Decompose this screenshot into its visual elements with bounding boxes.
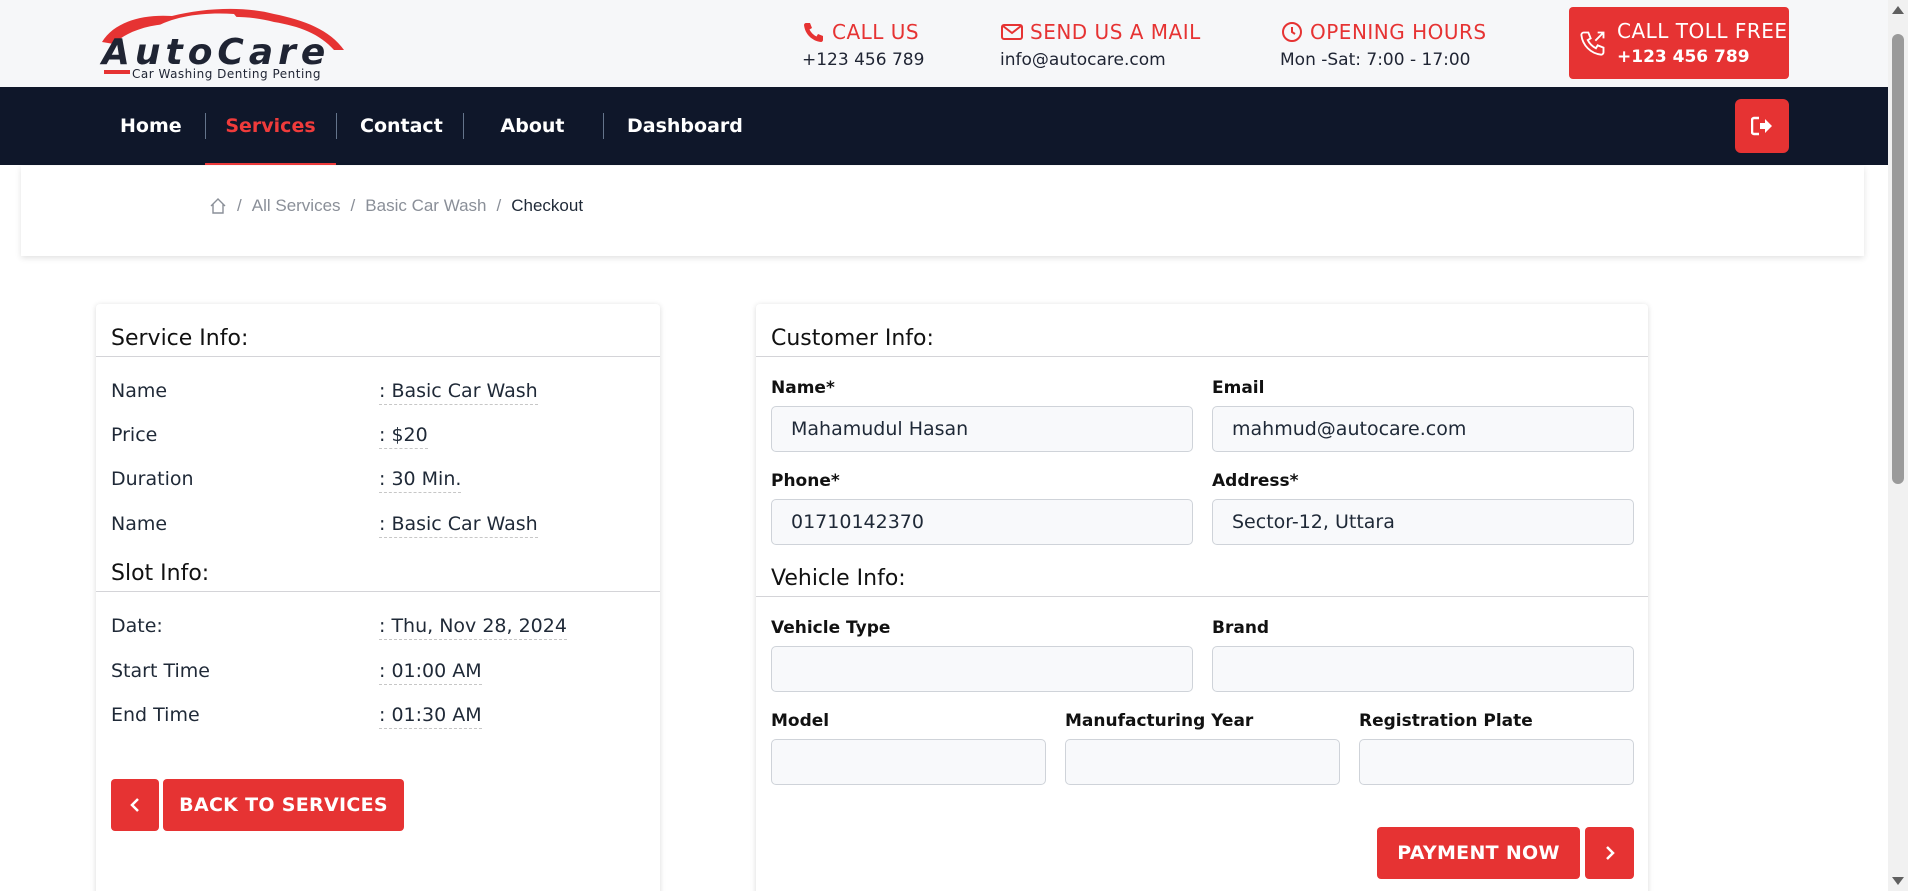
scroll-down-arrow-icon[interactable] — [1892, 877, 1904, 885]
clock-icon — [1282, 22, 1302, 42]
service-name-value: : Basic Car Wash — [379, 380, 538, 405]
nav-divider — [463, 113, 464, 139]
slot-start-value: : 01:00 AM — [379, 660, 482, 685]
vehicle-type-label: Vehicle Type — [771, 618, 891, 638]
hours-title: OPENING HOURS — [1310, 20, 1487, 44]
breadcrumb: / All Services / Basic Car Wash / Checko… — [209, 196, 583, 216]
nav-services[interactable]: Services — [205, 87, 336, 165]
top-header: AutoCare Car Washing Denting Penting CAL… — [0, 0, 1888, 87]
payment-now-button[interactable]: PAYMENT NOW — [1377, 827, 1580, 879]
service-info-card: Service Info: Name : Basic Car Wash Pric… — [96, 304, 660, 891]
breadcrumb-basic-car-wash[interactable]: Basic Car Wash — [365, 196, 486, 216]
address-label: Address* — [1212, 471, 1299, 491]
divider — [96, 591, 660, 592]
logout-icon — [1751, 116, 1772, 136]
slot-info-heading: Slot Info: — [111, 561, 210, 586]
mail-title: SEND US A MAIL — [1030, 20, 1201, 44]
email-label: Email — [1212, 378, 1265, 398]
model-input[interactable] — [771, 739, 1046, 785]
name-label: Name* — [771, 378, 835, 398]
email-input[interactable] — [1212, 406, 1634, 452]
phone-label: Phone* — [771, 471, 840, 491]
vehicle-info-heading: Vehicle Info: — [771, 566, 906, 591]
nav-contact[interactable]: Contact — [360, 87, 443, 165]
breadcrumb-current: Checkout — [511, 196, 584, 215]
service-price-value: : $20 — [379, 424, 428, 449]
chevron-left-icon — [130, 798, 139, 812]
toll-free-title: CALL TOLL FREE — [1617, 19, 1788, 43]
phone-icon — [804, 23, 823, 42]
service-price-label: Price — [111, 424, 158, 446]
contact-hours: OPENING HOURS Mon -Sat: 7:00 - 17:00 — [1280, 20, 1487, 70]
nav-dashboard[interactable]: Dashboard — [627, 87, 743, 165]
registration-plate-input[interactable] — [1359, 739, 1634, 785]
slot-end-label: End Time — [111, 704, 200, 726]
logout-button[interactable] — [1735, 99, 1789, 153]
contact-call-us: CALL US +123 456 789 — [802, 20, 924, 70]
scroll-up-arrow-icon[interactable] — [1892, 6, 1904, 14]
service-duration-label: Duration — [111, 468, 194, 490]
call-us-title: CALL US — [832, 20, 920, 44]
call-us-value: +123 456 789 — [802, 50, 925, 70]
slot-end-value: : 01:30 AM — [379, 704, 482, 729]
brand-input[interactable] — [1212, 646, 1634, 692]
breadcrumb-all-services[interactable]: All Services — [252, 196, 341, 216]
slot-date-label: Date: — [111, 615, 163, 637]
customer-info-heading: Customer Info: — [771, 326, 934, 351]
slot-date-value: : Thu, Nov 28, 2024 — [379, 615, 567, 640]
service-name-value-2: : Basic Car Wash — [379, 513, 538, 538]
address-input[interactable] — [1212, 499, 1634, 545]
page-scrollbar[interactable] — [1888, 0, 1908, 891]
service-info-heading: Service Info: — [111, 326, 249, 351]
customer-info-card: Customer Info: Name* Email Phone* Addres… — [756, 304, 1648, 891]
phone-outgoing-icon — [1580, 31, 1605, 56]
nav-divider — [603, 113, 604, 139]
logo-swoosh-icon — [104, 70, 130, 74]
breadcrumb-container: / All Services / Basic Car Wash / Checko… — [21, 166, 1864, 256]
main-nav: Home Services Contact About Us Dashboard — [0, 87, 1888, 215]
contact-mail: SEND US A MAIL info@autocare.com — [1000, 20, 1201, 70]
back-to-services-button[interactable]: BACK TO SERVICES — [163, 779, 404, 831]
name-input[interactable] — [771, 406, 1193, 452]
scroll-thumb[interactable] — [1892, 34, 1904, 484]
hours-value: Mon -Sat: 7:00 - 17:00 — [1280, 50, 1471, 70]
service-name-label-2: Name — [111, 513, 168, 535]
breadcrumb-separator: / — [350, 196, 356, 215]
divider — [756, 596, 1648, 597]
divider — [756, 356, 1648, 357]
home-icon[interactable] — [209, 197, 227, 215]
phone-input[interactable] — [771, 499, 1193, 545]
nav-about-us[interactable]: About Us — [486, 87, 579, 215]
manufacturing-year-label: Manufacturing Year — [1065, 711, 1254, 731]
chevron-right-icon — [1605, 846, 1615, 860]
brand-logo[interactable]: AutoCare Car Washing Denting Penting — [94, 4, 348, 84]
payment-chevron-button[interactable] — [1585, 827, 1634, 879]
service-name-label: Name — [111, 380, 168, 402]
vehicle-type-input[interactable] — [771, 646, 1193, 692]
slot-start-label: Start Time — [111, 660, 210, 682]
nav-home[interactable]: Home — [120, 87, 182, 165]
breadcrumb-separator: / — [237, 196, 242, 215]
call-toll-free-box[interactable]: CALL TOLL FREE +123 456 789 — [1569, 7, 1789, 79]
mail-value: info@autocare.com — [1000, 50, 1166, 70]
brand-label: Brand — [1212, 618, 1270, 638]
toll-free-value: +123 456 789 — [1617, 47, 1750, 67]
service-duration-value: : 30 Min. — [379, 468, 462, 493]
model-label: Model — [771, 711, 830, 731]
breadcrumb-separator: / — [496, 196, 502, 215]
divider — [96, 356, 660, 357]
brand-tagline: Car Washing Denting Penting — [132, 67, 322, 81]
nav-divider — [336, 113, 337, 139]
registration-plate-label: Registration Plate — [1359, 711, 1533, 731]
back-chevron-button[interactable] — [111, 779, 159, 831]
mail-icon — [1001, 24, 1023, 40]
manufacturing-year-input[interactable] — [1065, 739, 1340, 785]
